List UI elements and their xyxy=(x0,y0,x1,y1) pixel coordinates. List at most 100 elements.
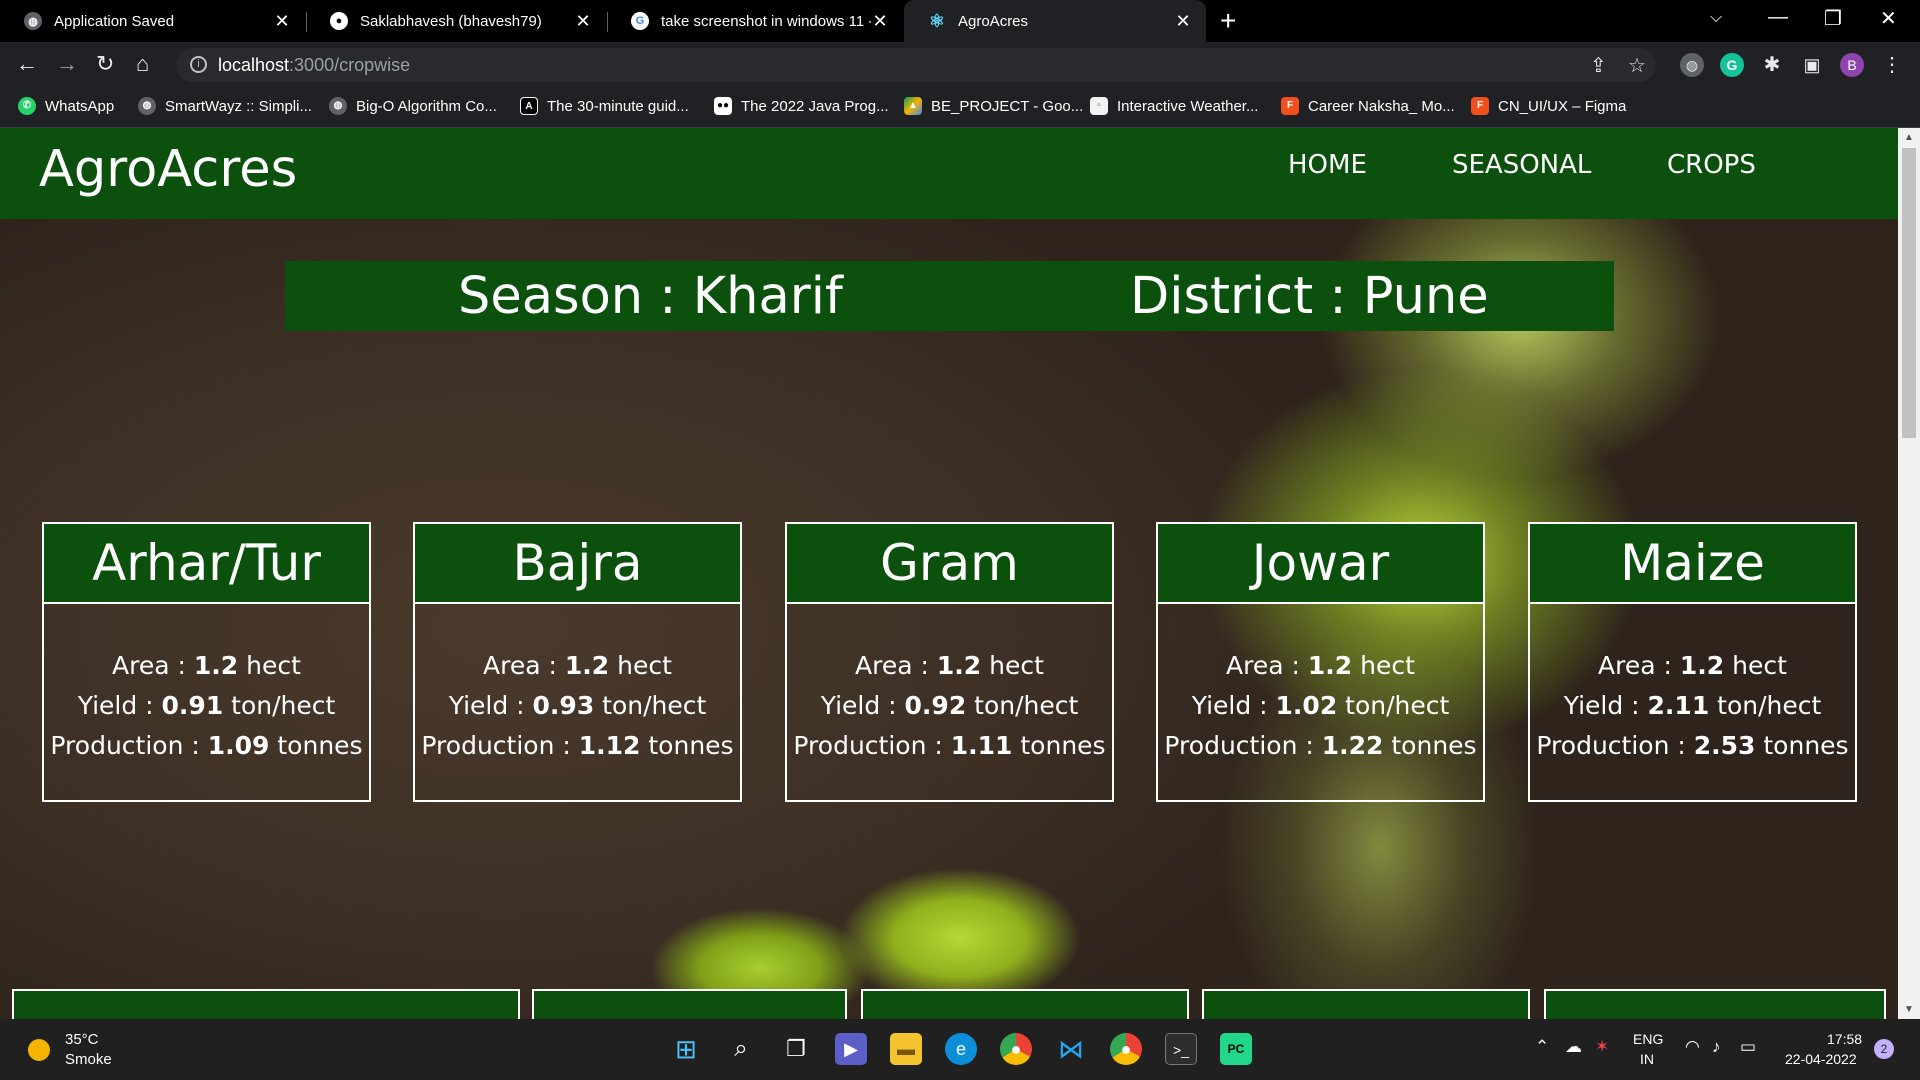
chevron-up-icon[interactable]: ⌃ xyxy=(1535,1037,1549,1057)
production-value: 1.12 xyxy=(578,731,641,760)
tab-application-saved[interactable]: ◍ Application Saved ✕ xyxy=(0,0,305,42)
tab-agroacres[interactable]: ⚛ AgroAcres ✕ xyxy=(904,0,1206,42)
crop-production: Production : 1.09 tonnes xyxy=(44,726,369,766)
tab-strip: ◍ Application Saved ✕ ● Saklabhavesh (bh… xyxy=(0,0,1920,42)
forward-icon[interactable]: → xyxy=(56,51,78,77)
restore-icon[interactable]: ❐ xyxy=(1824,6,1842,31)
site-logo[interactable]: AgroAcres xyxy=(39,140,297,199)
bookmark-30min-guide[interactable]: A The 30-minute guid... xyxy=(520,97,689,115)
file-explorer-icon[interactable]: ▬ xyxy=(890,1033,922,1065)
bookmark-star-icon[interactable]: ☆ xyxy=(1628,53,1646,78)
close-icon[interactable]: ✕ xyxy=(273,11,291,32)
extensions-icon[interactable]: ✱ xyxy=(1760,53,1784,77)
tab-google-search[interactable]: G take screenshot in windows 11 - ✕ xyxy=(607,0,903,42)
region-indicator[interactable]: IN xyxy=(1640,1051,1654,1067)
area-value: 1.2 xyxy=(193,651,239,680)
weather-temperature[interactable]: 35°C xyxy=(65,1031,99,1048)
chrome-icon[interactable]: ● xyxy=(1000,1033,1032,1065)
scroll-up-icon[interactable]: ▲ xyxy=(1904,132,1914,143)
crop-production: Production : 1.22 tonnes xyxy=(1158,726,1483,766)
app-tray-icon[interactable]: ✶ xyxy=(1595,1037,1609,1057)
site-navbar: AgroAcres HOME SEASONAL CROPS xyxy=(0,128,1898,219)
pycharm-icon[interactable]: PC xyxy=(1220,1033,1252,1065)
nav-crops[interactable]: CROPS xyxy=(1667,150,1756,180)
reload-icon[interactable]: ↻ xyxy=(96,51,114,77)
task-view-icon[interactable]: ❐ xyxy=(780,1033,812,1065)
bookmark-java[interactable]: ●● The 2022 Java Prog... xyxy=(714,97,889,115)
vpn-extension-icon[interactable]: ◍ xyxy=(1680,53,1704,77)
url-text[interactable]: localhost:3000/cropwise xyxy=(218,55,410,76)
address-bar[interactable]: i localhost:3000/cropwise ⇪ ☆ xyxy=(176,48,1656,82)
minimize-icon[interactable]: — xyxy=(1768,6,1788,29)
clock-time[interactable]: 17:58 xyxy=(1827,1031,1862,1047)
production-label: Production : xyxy=(793,731,951,760)
bookmark-cn-uiux[interactable]: F CN_UI/UX – Figma xyxy=(1471,97,1626,115)
wifi-icon[interactable]: ◠ xyxy=(1685,1037,1700,1057)
crop-yield: Yield : 0.92 ton/hect xyxy=(787,686,1112,726)
battery-icon[interactable]: ▭ xyxy=(1740,1037,1756,1057)
bookmark-label: The 30-minute guid... xyxy=(547,97,689,115)
start-icon[interactable]: ⊞ xyxy=(670,1033,702,1065)
site-info-icon[interactable]: i xyxy=(190,56,207,73)
weather-icon[interactable] xyxy=(28,1039,50,1061)
home-icon[interactable]: ⌂ xyxy=(136,51,149,77)
production-value: 2.53 xyxy=(1693,731,1756,760)
area-value: 1.2 xyxy=(564,651,610,680)
bookmark-be-project[interactable]: ▲ BE_PROJECT - Goo... xyxy=(904,97,1083,115)
notification-badge[interactable]: 2 xyxy=(1874,1039,1894,1059)
crop-stats: Area : 1.2 hect Yield : 1.02 ton/hect Pr… xyxy=(1158,646,1483,766)
close-icon[interactable]: ✕ xyxy=(1174,11,1192,32)
terminal-icon[interactable]: >_ xyxy=(1165,1033,1197,1065)
volume-icon[interactable]: ♪ xyxy=(1712,1037,1721,1057)
bookmark-whatsapp[interactable]: ✆ WhatsApp xyxy=(18,97,114,115)
weather-condition[interactable]: Smoke xyxy=(65,1051,112,1068)
language-indicator[interactable]: ENG xyxy=(1633,1031,1663,1047)
clock-date[interactable]: 22-04-2022 xyxy=(1785,1051,1857,1067)
crop-card-partial xyxy=(532,989,847,1019)
bookmark-career-naksha[interactable]: F Career Naksha_ Mo... xyxy=(1281,97,1455,115)
production-unit: tonnes xyxy=(269,731,363,760)
back-icon[interactable]: ← xyxy=(16,51,38,77)
page-scrollbar[interactable]: ▲ ▼ xyxy=(1898,128,1920,1019)
crop-card: Arhar/Tur Area : 1.2 hect Yield : 0.91 t… xyxy=(42,522,371,802)
area-unit: hect xyxy=(1724,651,1787,680)
close-icon[interactable]: ✕ xyxy=(574,11,592,32)
side-panel-icon[interactable]: ▣ xyxy=(1800,53,1824,77)
close-window-icon[interactable]: ✕ xyxy=(1880,6,1897,31)
scroll-down-icon[interactable]: ▼ xyxy=(1904,1004,1914,1015)
search-icon[interactable]: ⌕ xyxy=(725,1033,757,1065)
nav-seasonal[interactable]: SEASONAL xyxy=(1452,150,1591,180)
yield-unit: ton/hect xyxy=(1709,691,1822,720)
vscode-icon[interactable]: ⋈ xyxy=(1055,1033,1087,1065)
teams-icon[interactable]: ▶ xyxy=(835,1033,867,1065)
close-icon[interactable]: ✕ xyxy=(871,11,889,32)
tab-github[interactable]: ● Saklabhavesh (bhavesh79) ✕ xyxy=(306,0,606,42)
share-icon[interactable]: ⇪ xyxy=(1590,53,1607,78)
bookmark-smartwayz[interactable]: ◍ SmartWayz :: Simpli... xyxy=(138,97,312,115)
react-icon: ⚛ xyxy=(928,10,946,31)
tab-search-icon[interactable]: ⌵ xyxy=(1710,9,1722,27)
chrome-profile-icon[interactable]: ● xyxy=(1110,1033,1142,1065)
new-tab-button[interactable]: + xyxy=(1220,5,1236,37)
crop-name: Jowar xyxy=(1158,524,1483,604)
menu-icon[interactable]: ⋮ xyxy=(1880,53,1904,77)
bookmark-label: WhatsApp xyxy=(45,97,115,115)
bookmark-bigo[interactable]: ◍ Big-O Algorithm Co... xyxy=(329,97,497,115)
bookmark-weather[interactable]: ▫ Interactive Weather... xyxy=(1090,97,1258,115)
yield-value: 0.93 xyxy=(532,691,595,720)
scrollbar-thumb[interactable] xyxy=(1902,148,1916,438)
production-unit: tonnes xyxy=(1755,731,1849,760)
profile-avatar[interactable]: B xyxy=(1840,53,1864,77)
area-unit: hect xyxy=(981,651,1044,680)
globe-icon: ◍ xyxy=(24,12,42,30)
url-host: localhost xyxy=(218,55,290,75)
production-unit: tonnes xyxy=(1383,731,1477,760)
edge-icon[interactable]: e xyxy=(945,1033,977,1065)
crop-card-partial xyxy=(861,989,1189,1019)
grammarly-icon[interactable]: G xyxy=(1720,53,1744,77)
url-path: :3000/cropwise xyxy=(289,55,411,75)
crop-stats: Area : 1.2 hect Yield : 0.93 ton/hect Pr… xyxy=(415,646,740,766)
crop-production: Production : 2.53 tonnes xyxy=(1530,726,1855,766)
nav-home[interactable]: HOME xyxy=(1288,150,1367,180)
onedrive-icon[interactable]: ☁ xyxy=(1565,1037,1582,1057)
